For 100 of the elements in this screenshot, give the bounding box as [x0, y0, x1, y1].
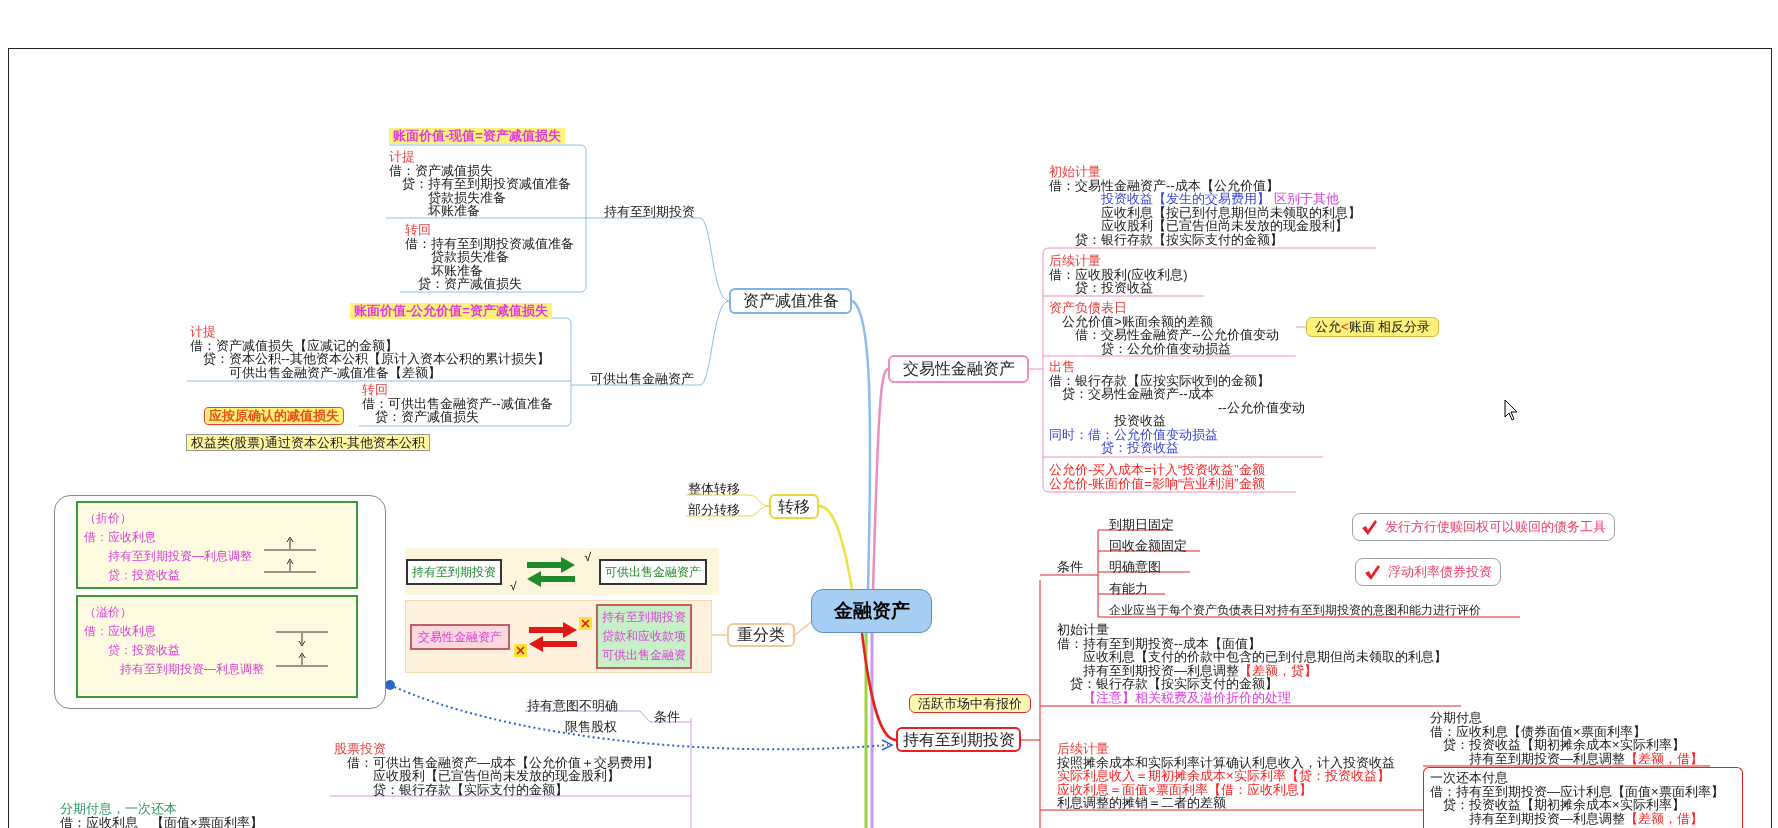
note-line: 借：银行存款【应按实际收到的金额】	[1049, 373, 1270, 387]
entry-line: 持有至到期投资—利息调整	[107, 548, 252, 565]
branch-label[interactable]: 持有至到期投资	[604, 204, 695, 219]
branch-label[interactable]: 到期日固定	[1109, 517, 1174, 532]
note-line: 借：应收利息【债券面值×票面利率】	[1430, 724, 1646, 738]
note-line: 同时：借：公允价值变动损益	[1049, 427, 1218, 441]
note-line: 转回	[405, 223, 431, 237]
note-line: 贷：资本公积--其他资本公积【原计入资本公积的累计损失】	[203, 352, 550, 366]
entry-line: 借：应收利息	[84, 529, 157, 546]
callout: 账面价值-现值=资产减值损失	[389, 128, 565, 144]
callout: 活跃市场中有报价	[909, 694, 1031, 713]
entry-line: 贷：投资收益	[107, 567, 181, 584]
note-line: 贷：公允价值变动损益	[1100, 341, 1231, 355]
check-note: 浮动利率债券投资	[1355, 558, 1501, 586]
pointer-icon	[1504, 399, 1518, 421]
branch-label[interactable]: 可供出售金融资产	[590, 371, 694, 386]
branch-label[interactable]: 企业应当于每个资产负债表日对持有至到期投资的意图和能力进行评价	[1109, 603, 1481, 618]
branch-label[interactable]: 限售股权	[565, 719, 617, 734]
branch-line	[711, 634, 728, 636]
note-line: 持有至到期投资—利息调整【差额，借】	[1468, 811, 1703, 825]
callout: 应按原确认的减值损失	[204, 407, 344, 425]
note-line: 初始计量	[1049, 165, 1101, 179]
account-name: 持有至到期投资	[602, 609, 686, 626]
note-line: 持有至到期投资—利息调整【差额，借】	[1468, 751, 1703, 765]
note-line: 计提	[389, 150, 415, 164]
note-line: 贷：银行存款【按实际支付的金额】	[1074, 232, 1283, 246]
note-line: 贷款损失准备	[430, 250, 509, 264]
cross-icon	[579, 616, 592, 630]
entry-line: 借：应收利息	[84, 623, 157, 640]
central-topic[interactable]: 金融资产	[811, 589, 932, 633]
t-account-icon	[276, 651, 328, 669]
account-name: 可供出售金融资	[602, 647, 686, 664]
note-line: 贷：投资收益	[1101, 441, 1179, 455]
note-line: 借：交易性金融资产--成本【公允价值】	[1049, 178, 1279, 192]
note-line: 贷：投资收益【期初摊余成本×实际利率】	[1443, 798, 1685, 812]
tick-mark: √	[510, 578, 517, 595]
note-line: 利息调整的摊销＝二者的差额	[1057, 796, 1226, 810]
branch-label[interactable]: 条件	[654, 709, 680, 724]
note-line: 应收利息【按已到付息期但尚未领取的利息】	[1100, 205, 1361, 219]
topic-node[interactable]: 转移	[769, 494, 819, 519]
callout: 权益类(股票)通过资本公积-其他资本公积	[186, 434, 430, 451]
note-line: 借：持有至到期投资—应计利息【面值×票面利率】	[1430, 784, 1724, 798]
account-name: 贷款和应收款项	[602, 628, 686, 645]
branch-label[interactable]: 整体转移	[688, 481, 740, 496]
note-line: 应收股利【已宣告但尚未发放的现金股利】	[372, 769, 620, 783]
branch-label[interactable]: 部分转移	[688, 502, 740, 517]
note-line: 持有至到期投资—利息调整【差额，贷】	[1083, 663, 1317, 677]
entry-line: 贷：投资收益	[107, 642, 181, 659]
note-line: 股票投资	[334, 742, 386, 756]
note-line: 后续计量	[1057, 742, 1109, 756]
note-line: 借：应收利息 【面值×票面利率】	[60, 815, 263, 828]
entry-line: （溢价）	[84, 604, 133, 621]
note-line: 出售	[1049, 360, 1075, 374]
note-line: 借：持有至到期投资减值准备	[405, 236, 574, 250]
note-line: 分期付息	[1430, 711, 1482, 725]
t-account-icon	[264, 535, 316, 553]
note-line: 投资收益	[1113, 414, 1166, 428]
topic-node[interactable]: 持有至到期投资	[896, 727, 1021, 752]
check-icon	[1364, 564, 1380, 580]
branch-label[interactable]: 明确意图	[1109, 559, 1161, 574]
note-line: 借：可供出售金融资产--减值准备	[362, 396, 553, 410]
note-line: 贷：资产减值损失	[375, 410, 479, 424]
branch-label[interactable]: 有能力	[1109, 581, 1148, 596]
topic-node[interactable]: 资产减值准备	[729, 288, 852, 314]
entry-line: 持有至到期投资—利息调整	[119, 661, 264, 678]
note-line: 计提	[190, 325, 216, 339]
note-line: 公允价-账面价值=影响“营业利润”金额	[1049, 476, 1265, 490]
account-box: 可供出售金融资产	[599, 558, 708, 585]
note-line: 转回	[362, 383, 388, 397]
note-line: 可供出售金融资产-减值准备【差额】	[228, 365, 442, 379]
note-line: 借：资产减值损失	[389, 163, 493, 177]
branch-label[interactable]: 回收金额固定	[1109, 538, 1187, 553]
note-line: 借：可供出售金融资产—成本【公允价值＋交易费用】	[347, 755, 659, 769]
t-account-icon	[276, 629, 328, 647]
note-line: 贷：银行存款【按实际支付的金额】	[1069, 677, 1278, 691]
account-box: 交易性金融资产	[410, 623, 510, 650]
note-line: 公允价-买入成本=计入“投资收益”金额	[1049, 463, 1265, 477]
branch-label[interactable]: 持有意图不明确	[527, 698, 618, 713]
topic-node[interactable]: 交易性金融资产	[888, 355, 1029, 383]
t-account-icon	[264, 557, 316, 575]
note-line: 坏账准备	[431, 263, 483, 277]
note-line: 借：交易性金融资产--公允价值变动	[1075, 328, 1279, 342]
topic-node[interactable]: 重分类	[727, 623, 795, 647]
callout: 公允<账面 相反分录	[1306, 317, 1440, 337]
branch-line	[794, 621, 812, 636]
note-line: 贷款损失准备	[427, 190, 506, 204]
check-icon	[1361, 519, 1377, 535]
note-line: 应收利息【支付的价款中包含的已到付息期但尚未领取的利息】	[1082, 650, 1447, 664]
note-line: 借：资产减值损失【应减记的金额】	[190, 338, 398, 352]
callout: 账面价值-公允价值=资产减值损失	[350, 303, 552, 319]
check-note: 发行方行使赎回权可以赎回的债务工具	[1352, 513, 1615, 541]
note-line: --公允价值变动	[1217, 400, 1305, 414]
note-line: 贷：银行存款【实际支付的金额】	[372, 782, 568, 796]
note-line: 贷：持有至到期投资减值准备	[402, 177, 571, 191]
note-line: 借：应收股利(应收利息)	[1049, 267, 1188, 281]
note-line: 分期付息，一次还本	[60, 802, 177, 816]
tick-mark: √	[584, 549, 592, 566]
branch-label[interactable]: 条件	[1057, 559, 1083, 574]
note-line: 借：持有至到期投资--成本【面值】	[1057, 636, 1261, 650]
note-line: 一次还本付息	[1430, 771, 1508, 785]
